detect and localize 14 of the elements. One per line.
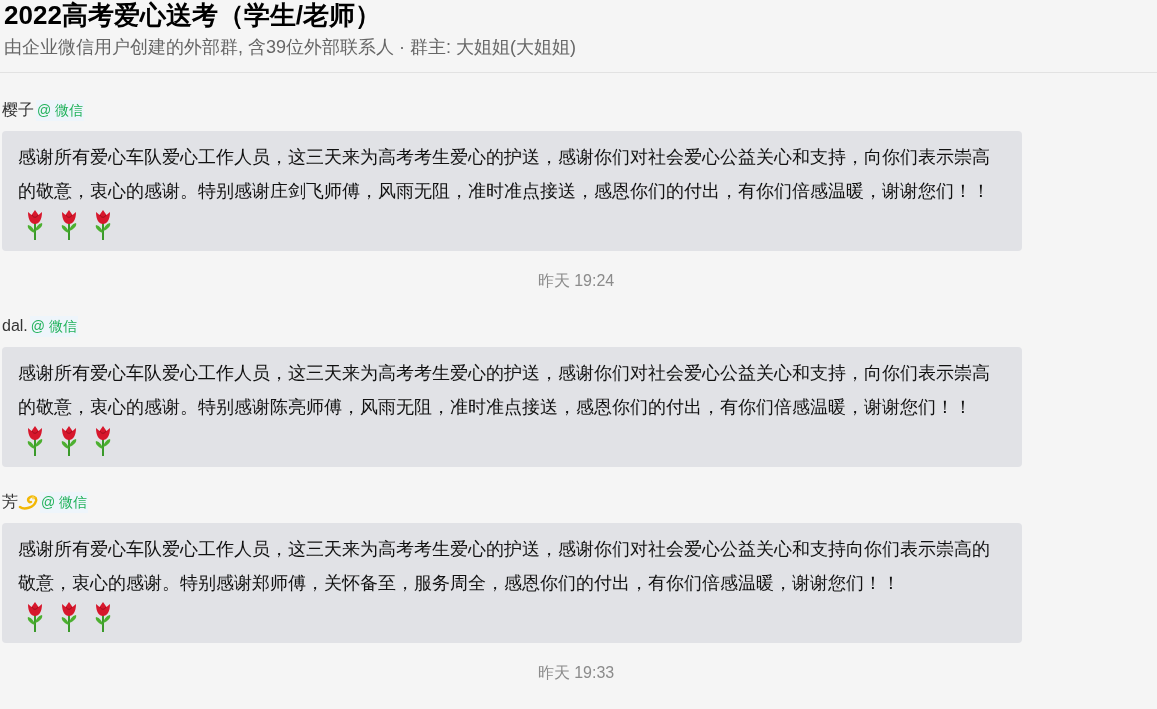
timestamp: 昨天 19:33 [537, 663, 615, 683]
group-title: 2022高考爱心送考（学生/老师） [4, 0, 383, 30]
source-tag: @ 微信 [40, 491, 89, 513]
message-text: 感谢所有爱心车队爱心工作人员，这三天来为高考考生爱心的护送，感谢你们对社会爱心公益关心和支持向你们表示崇高的敬意，衷心的感谢。特别感谢郑师傅，关怀备至，服务周全，感恩你们的付出，有你们倍感温暖，谢谢您们！！ [18, 538, 991, 595]
source-tag: @ 微信 [36, 99, 85, 121]
source-tag: @ 微信 [29, 315, 78, 337]
sender-name: 芳 [2, 492, 18, 512]
sender-name: 樱子 [2, 100, 34, 120]
message-text: 感谢所有爱心车队爱心工作人员，这三天来为高考考生爱心的护送，感谢你们对社会爱心公益关心和支持，向你们表示崇高的敬意，衷心的感谢。特别感谢陈亮师傅，风雨无阻，准时准点接送，感恩你们的付出，有你们倍感温暖，谢谢您们！！ [18, 362, 991, 419]
timestamp: 昨天 19:24 [537, 271, 615, 291]
dizzy-icon [18, 493, 38, 511]
sender-name: dal. [2, 316, 28, 336]
group-subtitle: 由企业微信用户创建的外部群, 含39位外部联系人 · 群主: 大姐姐(大姐姐) [4, 36, 577, 59]
message-text: 感谢所有爱心车队爱心工作人员，这三天来为高考考生爱心的护送，感谢你们对社会爱心公益关心和支持，向你们表示崇高的敬意，衷心的感谢。特别感谢庄剑飞师傅，风雨无阻，准时准点接送，感恩你们的付出，有你们倍感温暖，谢谢您们！！ [18, 146, 991, 203]
